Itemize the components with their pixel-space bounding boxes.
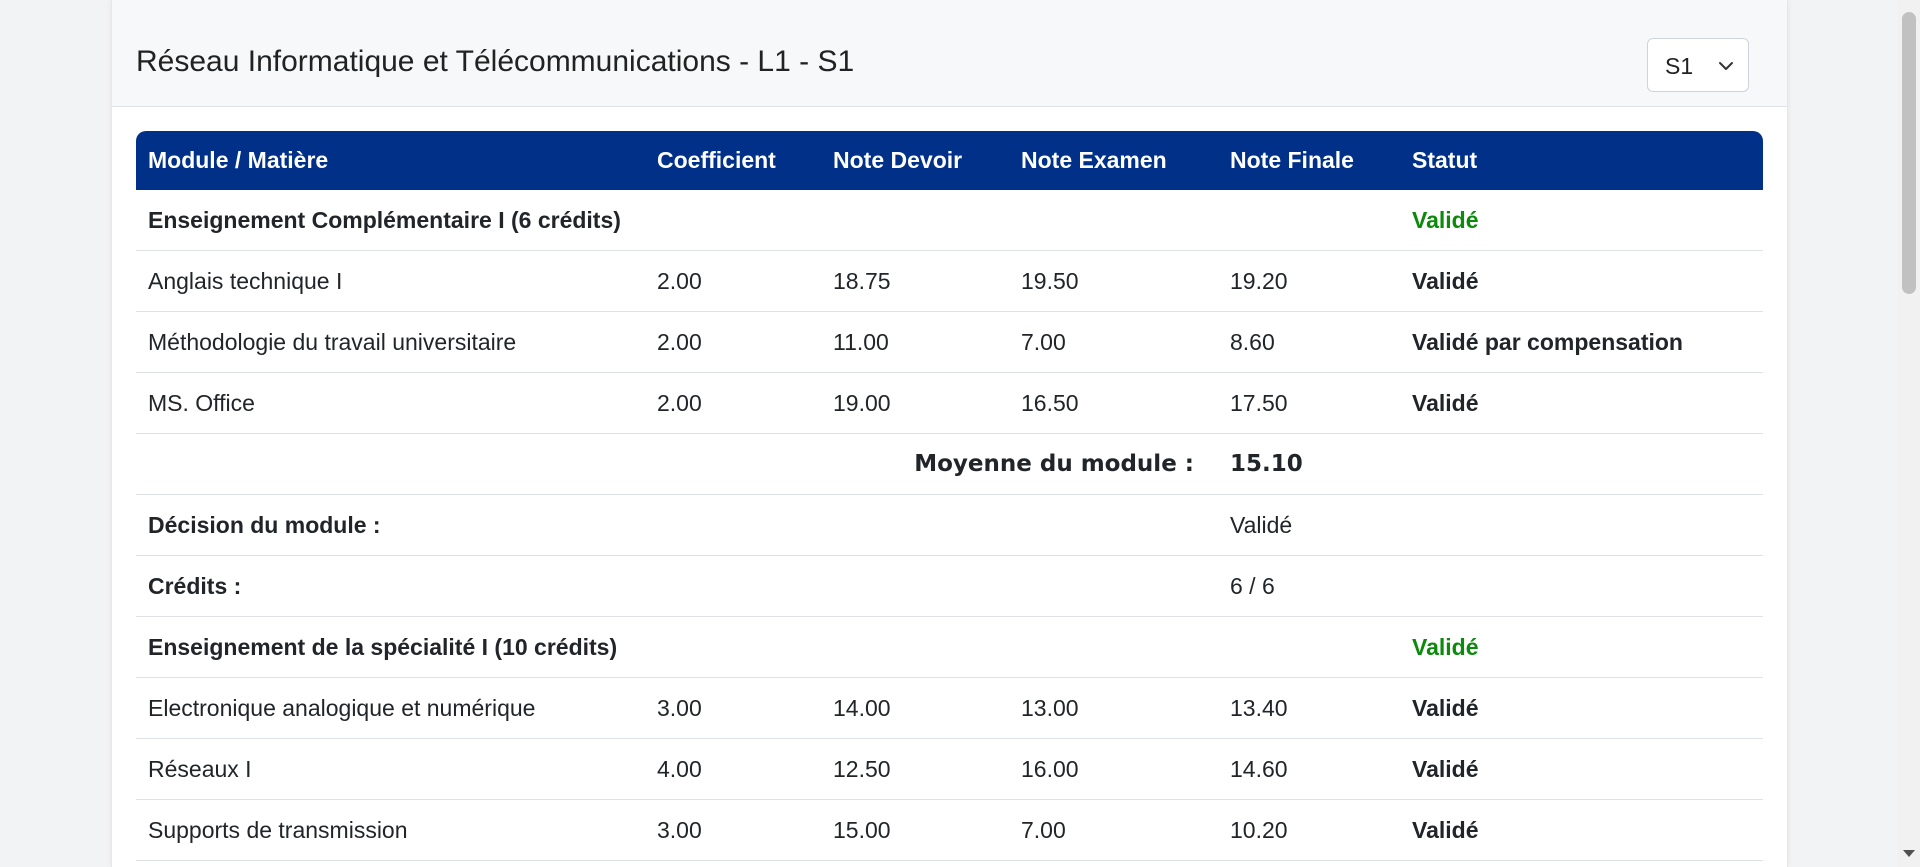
subject-note-examen: 16.00 [1009,739,1218,800]
module-credits-row: Crédits : 6 / 6 [136,556,1763,617]
grades-table: Module / Matière Coefficient Note Devoir… [136,131,1763,861]
module-decision-label: Décision du module : [136,495,1218,556]
module-title: Enseignement de la spécialité I (10 créd… [136,617,1400,678]
column-header-note-examen: Note Examen [1009,131,1218,190]
scroll-down-arrow-icon[interactable] [1903,850,1915,857]
subject-coefficient: 2.00 [645,373,821,434]
module-decision-value: Validé [1218,495,1400,556]
vertical-scrollbar[interactable] [1898,0,1920,867]
module-status: Validé [1400,617,1763,678]
subject-note-examen: 16.50 [1009,373,1218,434]
subject-note-devoir: 19.00 [821,373,1009,434]
subject-coefficient: 3.00 [645,678,821,739]
subject-name: Electronique analogique et numérique [136,678,645,739]
subject-note-finale: 13.40 [1218,678,1400,739]
subject-note-devoir: 11.00 [821,312,1009,373]
semester-select[interactable]: S1 [1647,38,1749,92]
table-row: MS. Office 2.00 19.00 16.50 17.50 Validé [136,373,1763,434]
subject-status: Validé [1400,251,1763,312]
chevron-down-icon [1719,62,1733,70]
subject-status: Validé [1400,800,1763,861]
module-credits-label: Crédits : [136,556,1218,617]
card-header: Réseau Informatique et Télécommunication… [112,0,1787,107]
table-row: Electronique analogique et numérique 3.0… [136,678,1763,739]
subject-status: Validé par compensation [1400,312,1763,373]
subject-note-finale: 8.60 [1218,312,1400,373]
subject-name: MS. Office [136,373,645,434]
module-title: Enseignement Complémentaire I (6 crédits… [136,190,1400,251]
subject-note-devoir: 12.50 [821,739,1009,800]
page-title: Réseau Informatique et Télécommunication… [136,45,855,78]
subject-coefficient: 3.00 [645,800,821,861]
subject-note-devoir: 15.00 [821,800,1009,861]
module-average-label: Moyenne du module : [136,434,1218,495]
column-header-note-devoir: Note Devoir [821,131,1009,190]
subject-note-examen: 7.00 [1009,800,1218,861]
column-header-statut: Statut [1400,131,1763,190]
table-row: Méthodologie du travail universitaire 2.… [136,312,1763,373]
module-average-value: 15.10 [1218,434,1400,495]
subject-status: Validé [1400,678,1763,739]
module-average-row: Moyenne du module : 15.10 [136,434,1763,495]
semester-select-value: S1 [1665,53,1694,79]
column-header-note-finale: Note Finale [1218,131,1400,190]
grades-table-wrapper: Module / Matière Coefficient Note Devoir… [136,131,1763,861]
subject-note-finale: 14.60 [1218,739,1400,800]
subject-coefficient: 2.00 [645,312,821,373]
table-row: Réseaux I 4.00 12.50 16.00 14.60 Validé [136,739,1763,800]
module-credits-value: 6 / 6 [1218,556,1400,617]
table-row: Anglais technique I 2.00 18.75 19.50 19.… [136,251,1763,312]
column-header-coefficient: Coefficient [645,131,821,190]
table-row: Supports de transmission 3.00 15.00 7.00… [136,800,1763,861]
subject-status: Validé [1400,739,1763,800]
subject-name: Méthodologie du travail universitaire [136,312,645,373]
subject-coefficient: 2.00 [645,251,821,312]
module-row: Enseignement de la spécialité I (10 créd… [136,617,1763,678]
subject-note-examen: 19.50 [1009,251,1218,312]
table-header-row: Module / Matière Coefficient Note Devoir… [136,131,1763,190]
subject-note-devoir: 14.00 [821,678,1009,739]
module-row: Enseignement Complémentaire I (6 crédits… [136,190,1763,251]
subject-note-devoir: 18.75 [821,251,1009,312]
scrollbar-thumb[interactable] [1902,12,1916,294]
module-decision-row: Décision du module : Validé [136,495,1763,556]
subject-note-finale: 17.50 [1218,373,1400,434]
grades-card: Réseau Informatique et Télécommunication… [111,0,1788,867]
subject-note-examen: 13.00 [1009,678,1218,739]
subject-name: Supports de transmission [136,800,645,861]
column-header-module: Module / Matière [136,131,645,190]
subject-note-examen: 7.00 [1009,312,1218,373]
subject-note-finale: 10.20 [1218,800,1400,861]
subject-note-finale: 19.20 [1218,251,1400,312]
subject-status: Validé [1400,373,1763,434]
subject-name: Anglais technique I [136,251,645,312]
subject-coefficient: 4.00 [645,739,821,800]
module-status: Validé [1400,190,1763,251]
subject-name: Réseaux I [136,739,645,800]
